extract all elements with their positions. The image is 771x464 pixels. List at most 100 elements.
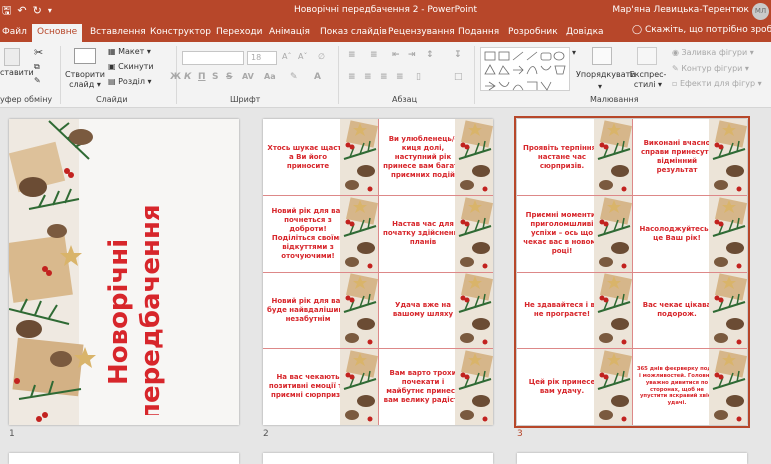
user-name[interactable]: Мар'яна Левицька-Терентюк — [612, 5, 749, 15]
shapes-gallery-icons — [484, 51, 566, 91]
align-left-icon[interactable]: ≡ — [348, 72, 356, 82]
tab-file[interactable]: Файл — [2, 25, 27, 39]
underline-button[interactable]: П — [198, 72, 206, 82]
highlight-icon[interactable]: ✎ — [290, 72, 298, 82]
shadow-button[interactable]: S — [212, 72, 218, 82]
prediction-text: Новий рік для вас почнеться з доброти! П… — [271, 206, 345, 260]
new-slide-label-1: Створити — [65, 70, 105, 79]
tab-review[interactable]: Рецензування — [388, 25, 455, 39]
prediction-text: На вас чекають позитивні емоції та приєм… — [268, 373, 348, 399]
tab-home[interactable]: Основне — [32, 24, 83, 42]
arrange-button[interactable]: Упорядкувати — [576, 70, 635, 80]
tab-view[interactable]: Подання — [458, 25, 499, 39]
shrink-font-icon[interactable]: Aˇ — [298, 52, 307, 61]
layout-button[interactable]: ▦ Макет ▾ — [108, 47, 151, 56]
smartart-icon[interactable]: □ — [454, 72, 463, 82]
cut-line — [263, 348, 493, 349]
shapes-gallery[interactable] — [480, 47, 570, 91]
layout-icon: ▦ — [108, 47, 116, 56]
separator — [60, 46, 61, 104]
text-direction-icon[interactable]: ↧ — [454, 50, 462, 60]
pen-icon: ✎ — [672, 64, 679, 73]
align-center-icon[interactable]: ≡ — [364, 72, 372, 82]
new-slide-button[interactable]: Створити слайд ▾ — [62, 70, 108, 90]
strike-button[interactable]: S — [226, 72, 232, 82]
slide-1-title: Новорічні передбачення — [87, 135, 239, 421]
title-bar: 🖫 ↶ ↻ ▾ Новорічні передбачення 2 - Power… — [0, 0, 771, 22]
clear-format-icon[interactable]: ∅ — [318, 52, 325, 61]
font-size-field[interactable]: 18 — [247, 51, 277, 65]
tab-developer[interactable]: Розробник — [508, 25, 558, 39]
prediction-card: Вам варто трохи почекати і майбутнє прин… — [378, 348, 493, 425]
quick-styles-icon — [637, 47, 657, 65]
shape-fill-button[interactable]: ◉ Заливка фігури ▾ — [672, 48, 754, 57]
drawing-group-label: Малювання — [590, 95, 639, 104]
paste-icon — [4, 48, 20, 66]
shape-effects-button[interactable]: ▫ Ефекти для фігур ▾ — [672, 79, 762, 88]
char-spacing-icon[interactable]: AV — [242, 72, 254, 81]
align-right-icon[interactable]: ≡ — [380, 72, 388, 82]
card-decoration — [455, 119, 493, 195]
slide-2-thumbnail[interactable]: Хтось шукає щастя, а Ви його приносите Ви… — [263, 119, 493, 425]
paste-button[interactable]: ставити — [0, 68, 34, 78]
slides-group-label: Слайди — [96, 95, 128, 104]
slide-6-thumbnail[interactable] — [517, 453, 747, 464]
slide-4-thumbnail[interactable] — [9, 453, 239, 464]
quick-styles-button[interactable]: Експрес- стилі ▾ — [626, 70, 670, 90]
copy-icon[interactable]: ⧉ — [34, 62, 40, 72]
font-color-icon[interactable]: A — [314, 72, 321, 82]
shapes-more-icon[interactable]: ▾ — [572, 48, 576, 57]
arrange-dropdown-icon: ▾ — [598, 82, 603, 91]
prediction-card: Настав час для початку здійснення планів — [378, 195, 493, 272]
quick-styles-label-2: стилі ▾ — [633, 80, 663, 89]
avatar[interactable]: МЛ — [752, 3, 769, 20]
tab-transitions[interactable]: Переходи — [216, 25, 262, 39]
slide-1-title-line-2: передбачення — [136, 204, 166, 415]
separator — [338, 46, 339, 104]
tab-insert[interactable]: Вставлення — [90, 25, 146, 39]
prediction-card: Новий рік для вас почнеться з доброти! П… — [263, 195, 378, 272]
card-decoration — [455, 195, 493, 272]
italic-button[interactable]: К — [184, 72, 191, 82]
prediction-text: Удача вже на вашому шляху — [392, 301, 454, 318]
change-case-icon[interactable]: Aa — [264, 72, 276, 81]
bold-button[interactable]: Ж — [170, 72, 181, 82]
cut-line — [263, 195, 493, 196]
increase-indent-icon[interactable]: ⇥ — [408, 50, 416, 60]
card-decoration — [455, 272, 493, 348]
tab-design[interactable]: Конструктор — [150, 25, 211, 39]
justify-icon[interactable]: ≡ — [396, 72, 404, 82]
reset-button[interactable]: ▣ Скинути — [108, 62, 154, 71]
section-icon: ▤ — [108, 77, 116, 86]
prediction-text: Новий рік для вас буде найвдалішим і нез… — [267, 296, 349, 323]
line-spacing-icon[interactable]: ↕ — [426, 50, 434, 60]
arrange-icon — [592, 47, 612, 65]
prediction-text: Вам варто трохи почекати і майбутнє прин… — [383, 368, 463, 404]
effects-icon: ▫ — [672, 79, 678, 88]
decrease-indent-icon[interactable]: ⇤ — [392, 50, 400, 60]
tab-animations[interactable]: Анімація — [269, 25, 310, 39]
columns-icon[interactable]: ▯ — [416, 72, 421, 82]
numbering-icon[interactable]: ≡ — [370, 50, 378, 60]
tell-me-search[interactable]: ◯ Скажіть, що потрібно зробити — [632, 25, 771, 35]
clipboard-group-label: уфер обміну — [0, 95, 53, 104]
card-decoration — [340, 348, 378, 425]
tab-slideshow[interactable]: Показ слайдів — [320, 25, 387, 39]
grow-font-icon[interactable]: Aˆ — [282, 52, 291, 61]
slide-1-thumbnail[interactable]: Новорічні передбачення — [9, 119, 239, 425]
separator — [474, 46, 475, 104]
format-painter-icon[interactable]: ✎ — [34, 76, 41, 85]
font-name-field[interactable] — [182, 51, 244, 65]
prediction-text: Хтось шукає щастя, а Ви його приносите — [267, 143, 349, 170]
slide-5-thumbnail[interactable] — [263, 453, 493, 464]
ribbon: ставити ✂ ⧉ ✎ уфер обміну Створити слайд… — [0, 42, 771, 108]
new-slide-icon — [74, 48, 96, 64]
card-decoration — [340, 195, 378, 272]
prediction-card: Удача вже на вашому шляху — [378, 272, 493, 348]
section-button[interactable]: ▤ Розділ ▾ — [108, 77, 152, 86]
prediction-card: Ви улюбленець/-киця долі, наступний рік … — [378, 119, 493, 195]
bullets-icon[interactable]: ≡ — [348, 50, 356, 60]
cut-icon[interactable]: ✂ — [34, 46, 43, 59]
tab-help[interactable]: Довідка — [566, 25, 604, 39]
shape-outline-button[interactable]: ✎ Контур фігури ▾ — [672, 64, 749, 73]
